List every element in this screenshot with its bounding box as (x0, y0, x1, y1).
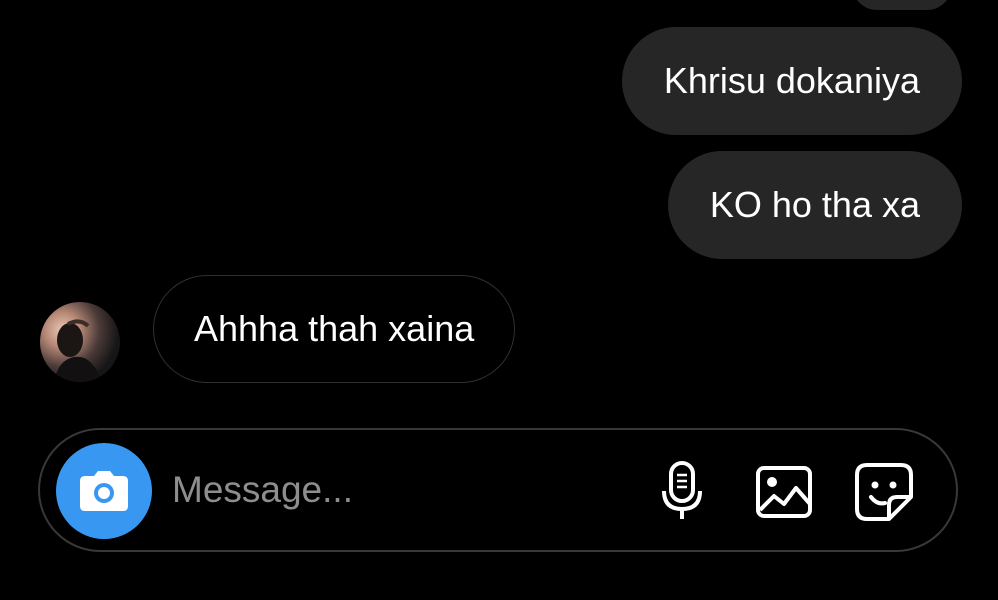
camera-icon (80, 471, 128, 511)
outgoing-message-bubble[interactable]: Khrisu dokaniya (621, 27, 962, 135)
voice-message-button[interactable] (650, 460, 714, 524)
camera-button[interactable] (56, 443, 152, 539)
outgoing-message-bubble[interactable]: KO ho tha xa (667, 151, 962, 259)
sticker-button[interactable] (852, 460, 916, 524)
message-text: KO ho tha xa (709, 184, 920, 225)
gallery-icon (756, 466, 812, 518)
gallery-button[interactable] (752, 460, 816, 524)
sticker-icon (855, 463, 913, 521)
previous-message-bubble (852, 0, 952, 10)
avatar-photo (54, 319, 102, 382)
microphone-icon (662, 461, 702, 519)
sender-avatar[interactable] (40, 302, 120, 382)
message-text: Ahhha thah xaina (194, 308, 475, 349)
message-composer (38, 428, 958, 552)
message-text: Khrisu dokaniya (663, 60, 920, 101)
incoming-message-bubble[interactable]: Ahhha thah xaina (153, 275, 516, 383)
message-input[interactable] (172, 454, 612, 526)
